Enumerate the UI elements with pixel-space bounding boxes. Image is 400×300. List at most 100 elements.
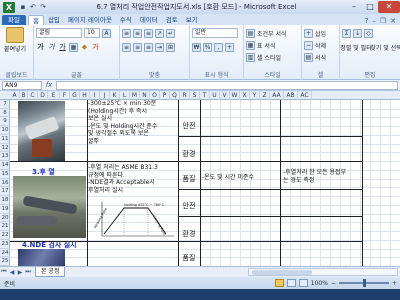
increase-decimal-icon[interactable]: + [225, 42, 234, 52]
align-middle-icon[interactable]: ≡ [133, 28, 142, 38]
restore-workbook-icon[interactable]: ❐ [380, 17, 386, 25]
minimize-workbook-icon[interactable]: – [372, 17, 376, 25]
row-header-8[interactable]: 8 [0, 109, 10, 118]
row-header-12[interactable]: 12 [0, 144, 10, 153]
align-center-icon[interactable]: ≡ [133, 42, 142, 52]
column-header-X[interactable]: X [240, 91, 250, 100]
wrap-text-icon[interactable]: ↵ [166, 28, 175, 38]
column-header-H[interactable]: H [80, 91, 90, 100]
sort-filter-button[interactable]: 정렬 및 필터 [340, 42, 371, 52]
tab-insert[interactable]: 삽입 [44, 15, 64, 25]
find-select-button[interactable]: 찾기 및 선택 [370, 42, 400, 52]
font-size-select[interactable]: 10 [84, 28, 100, 38]
row-header-20[interactable]: 20 [0, 214, 10, 223]
fill-icon[interactable]: ↓ [353, 28, 362, 38]
horizontal-scrollbar[interactable] [248, 268, 398, 276]
tab-view[interactable]: 보기 [182, 15, 202, 25]
row-header-21[interactable]: 21 [0, 222, 10, 232]
row-header-15[interactable]: 15 [0, 170, 10, 179]
column-header-P[interactable]: P [160, 91, 170, 100]
column-header-N[interactable]: N [140, 91, 150, 100]
first-sheet-icon[interactable]: ⏮ [0, 268, 8, 276]
tab-review[interactable]: 검토 [162, 15, 182, 25]
column-header-AC[interactable]: AC [298, 91, 312, 100]
tab-data[interactable]: 데이터 [136, 15, 162, 25]
last-sheet-icon[interactable]: ⏭ [24, 268, 32, 276]
indent-icon[interactable]: ⇥ [155, 42, 164, 52]
column-header-U[interactable]: U [210, 91, 220, 100]
page-layout-view-button[interactable] [286, 279, 296, 287]
column-header-F[interactable]: F [60, 91, 70, 100]
row-header-9[interactable]: 9 [0, 117, 10, 127]
align-top-icon[interactable]: ≡ [122, 28, 131, 38]
format-as-table-button[interactable]: ▦ 표 서식 [246, 39, 299, 51]
format-cells-button[interactable]: ▤ 서식 [304, 51, 337, 63]
column-header-Y[interactable]: Y [250, 91, 260, 100]
align-bottom-icon[interactable]: ≡ [144, 28, 153, 38]
column-header-L[interactable]: L [120, 91, 130, 100]
number-format-select[interactable]: 일반 [192, 28, 238, 38]
tab-formulas[interactable]: 수식 [116, 15, 136, 25]
fill-color-icon[interactable]: ◆ [80, 43, 89, 52]
tab-page-layout[interactable]: 페이지 레이아웃 [64, 15, 116, 25]
column-header-K[interactable]: K [110, 91, 120, 100]
minimize-button[interactable]: – [346, 1, 362, 13]
autosum-icon[interactable]: Σ [342, 28, 351, 38]
zoom-slider[interactable] [338, 279, 389, 287]
column-header-D[interactable]: D [38, 91, 48, 100]
font-name-select[interactable]: 굴림 [36, 28, 82, 38]
align-right-icon[interactable]: ≡ [144, 42, 153, 52]
column-header-W[interactable]: W [230, 91, 240, 100]
tab-home[interactable]: 홈 [27, 15, 44, 25]
row-header-18[interactable]: 18 [0, 196, 10, 205]
column-header-E[interactable]: E [48, 91, 60, 100]
column-header-M[interactable]: M [130, 91, 140, 100]
column-header-Z[interactable]: Z [260, 91, 270, 100]
conditional-format-button[interactable]: ▤ 조건부 서식 [246, 27, 299, 39]
row-header-25[interactable]: 25 [0, 257, 10, 266]
row-header-7[interactable]: 7 [0, 100, 10, 109]
column-header-B[interactable]: B [20, 91, 28, 100]
row-header-16[interactable]: 16 [0, 179, 10, 188]
row-header-22[interactable]: 22 [0, 231, 10, 240]
redo-icon[interactable]: ↷ [39, 3, 47, 11]
bold-button[interactable]: 가 [36, 43, 45, 52]
orientation-icon[interactable]: ↗ [155, 28, 164, 38]
scrollbar-thumb[interactable] [252, 270, 312, 275]
paste-button[interactable]: 붙여넣기 [2, 27, 28, 53]
column-header-AB[interactable]: AB [284, 91, 298, 100]
column-header-J[interactable]: J [100, 91, 110, 100]
column-header-A[interactable]: A [10, 91, 20, 100]
page-break-view-button[interactable] [298, 279, 308, 287]
row-header-17[interactable]: 17 [0, 187, 10, 197]
name-box[interactable]: AN9 [2, 80, 42, 90]
column-header-S[interactable]: S [190, 91, 200, 100]
row-header-13[interactable]: 13 [0, 152, 10, 162]
prev-sheet-icon[interactable]: ◀ [8, 269, 16, 276]
formula-input[interactable] [56, 80, 398, 90]
row-header-11[interactable]: 11 [0, 135, 10, 144]
zoom-slider-knob[interactable] [362, 279, 366, 287]
row-header-14[interactable]: 14 [0, 161, 10, 170]
zoom-in-icon[interactable]: + [392, 280, 397, 287]
column-header-C[interactable]: C [28, 91, 38, 100]
row-header-24[interactable]: 24 [0, 249, 10, 258]
sheet-tab[interactable]: 본 공정 [35, 267, 66, 277]
column-header-Q[interactable]: Q [170, 91, 180, 100]
help-icon[interactable]: ? [365, 17, 369, 25]
normal-view-button[interactable] [274, 279, 284, 287]
column-header-I[interactable]: I [90, 91, 100, 100]
insert-cells-button[interactable]: + 삽입 [304, 27, 337, 39]
insert-function-icon[interactable]: fx [42, 81, 56, 89]
row-header-23[interactable]: 23 [0, 240, 10, 249]
worksheet-grid[interactable]: A B C D E F G H I J K L M N O P Q R S T U V W X Y Z AA AB AC 7 8 9 10 11… [0, 91, 400, 266]
maximize-button[interactable]: □ [362, 1, 378, 13]
column-header-O[interactable]: O [150, 91, 160, 100]
grow-font-icon[interactable]: A [102, 28, 111, 38]
next-sheet-icon[interactable]: ▶ [16, 269, 24, 276]
clear-icon[interactable]: ◇ [364, 28, 373, 38]
align-left-icon[interactable]: ≡ [122, 42, 131, 52]
column-header-AA[interactable]: AA [270, 91, 284, 100]
currency-icon[interactable]: ₩ [192, 42, 201, 52]
row-header-19[interactable]: 19 [0, 205, 10, 214]
